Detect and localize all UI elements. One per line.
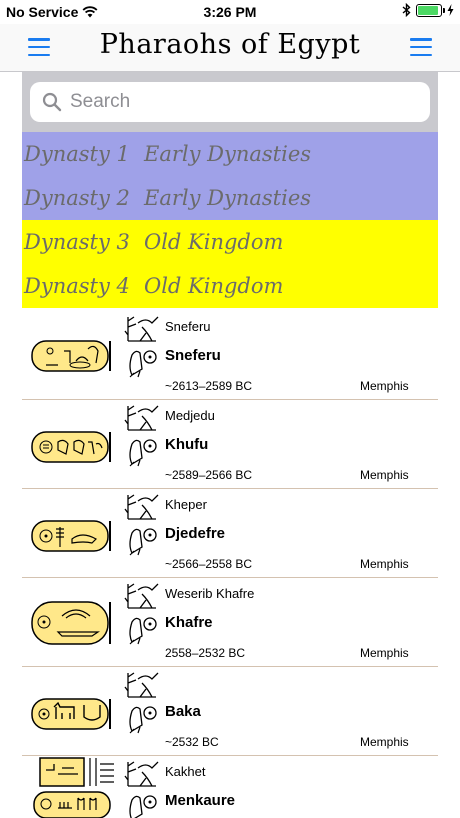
page-title: Pharaohs of Egypt [99, 29, 361, 60]
dynasty-row-4[interactable]: Dynasty 4 Old Kingdom [22, 264, 438, 308]
dynasty-period: Old Kingdom [144, 230, 284, 254]
cartouche-image [31, 431, 111, 463]
dynasty-period: Old Kingdom [144, 274, 284, 298]
pharaoh-name: Menkaure [165, 792, 236, 809]
nswt-bity-glyph [124, 761, 159, 818]
cartouche-image [33, 757, 114, 818]
pharaoh-dates: ~2589–2566 BC [165, 468, 253, 482]
status-bar: No Service 3:26 PM [0, 0, 460, 24]
pharaoh-capital: Memphis [360, 468, 409, 482]
pharaoh-epithet: Kakhet [165, 764, 206, 779]
dynasty-row-3[interactable]: Dynasty 3 Old Kingdom [22, 220, 438, 264]
clock: 3:26 PM [203, 4, 257, 20]
dynasty-number: Dynasty 1 [24, 142, 130, 166]
pharaoh-dates: ~2613–2589 BC [165, 379, 253, 393]
nswt-bity-glyph [124, 316, 159, 378]
pharaoh-capital: Memphis [360, 735, 409, 749]
search-bar [22, 72, 438, 132]
right-menu-button[interactable] [410, 38, 432, 56]
bluetooth-icon [402, 3, 411, 17]
pharaoh-epithet: Weserib Khafre [165, 586, 255, 601]
pharaoh-epithet: Sneferu [165, 319, 211, 334]
dynasty-period: Early Dynasties [144, 142, 312, 166]
dynasty-number: Dynasty 2 [24, 186, 130, 210]
pharaoh-capital: Memphis [360, 646, 409, 660]
pharaoh-dates: 2558–2532 BC [165, 646, 246, 660]
dynasty-row-2[interactable]: Dynasty 2 Early Dynasties [22, 176, 438, 220]
dynasty-number: Dynasty 4 [24, 274, 130, 298]
pharaoh-row-sneferu[interactable]: Sneferu Sneferu ~2613–2589 BC Memphis [22, 311, 438, 400]
pharaoh-epithet: Kheper [165, 497, 207, 512]
search-input[interactable] [70, 91, 410, 113]
cartouche-image [31, 340, 111, 372]
battery-icon [416, 3, 445, 17]
pharaoh-name: Khafre [165, 614, 213, 631]
nswt-bity-glyph [124, 494, 159, 556]
hamburger-menu-icon [410, 38, 432, 41]
search-field-container[interactable] [30, 82, 430, 122]
nswt-bity-glyph [124, 405, 159, 467]
pharaoh-name: Baka [165, 703, 201, 720]
pharaoh-row-khafre[interactable]: Weserib Khafre Khafre 2558–2532 BC Memph… [22, 578, 438, 667]
navigation-bar: Pharaohs of Egypt [0, 24, 460, 72]
search-icon [42, 92, 62, 112]
pharaoh-row-menkaure[interactable]: Kakhet Menkaure [22, 756, 438, 818]
pharaoh-row-khufu[interactable]: Medjedu Khufu ~2589–2566 BC Memphis [22, 400, 438, 489]
pharaoh-capital: Memphis [360, 379, 409, 393]
nswt-bity-glyph [124, 583, 159, 645]
pharaoh-dates: ~2566–2558 BC [165, 557, 253, 571]
battery-level [418, 5, 438, 15]
pharaoh-row-djedefre[interactable]: Kheper Djedefre ~2566–2558 BC Memphis [22, 489, 438, 578]
pharaoh-capital: Memphis [360, 557, 409, 571]
pharaoh-name: Djedefre [165, 525, 226, 542]
cartouche-image [31, 601, 111, 645]
dynasty-period: Early Dynasties [144, 186, 312, 210]
dynasty-row-1[interactable]: Dynasty 1 Early Dynasties [22, 132, 438, 176]
pharaoh-row-baka[interactable]: Baka ~2532 BC Memphis [22, 667, 438, 756]
pharaoh-name: Sneferu [165, 347, 221, 364]
charging-icon [447, 4, 454, 16]
nswt-bity-glyph [124, 672, 159, 734]
pharaoh-epithet: Medjedu [165, 408, 215, 423]
pharaoh-name: Khufu [165, 436, 209, 453]
status-right-group [402, 3, 454, 17]
cartouche-image [31, 698, 111, 730]
cartouche-image [31, 520, 111, 552]
pharaoh-dates: ~2532 BC [165, 735, 219, 749]
dynasty-number: Dynasty 3 [24, 230, 130, 254]
